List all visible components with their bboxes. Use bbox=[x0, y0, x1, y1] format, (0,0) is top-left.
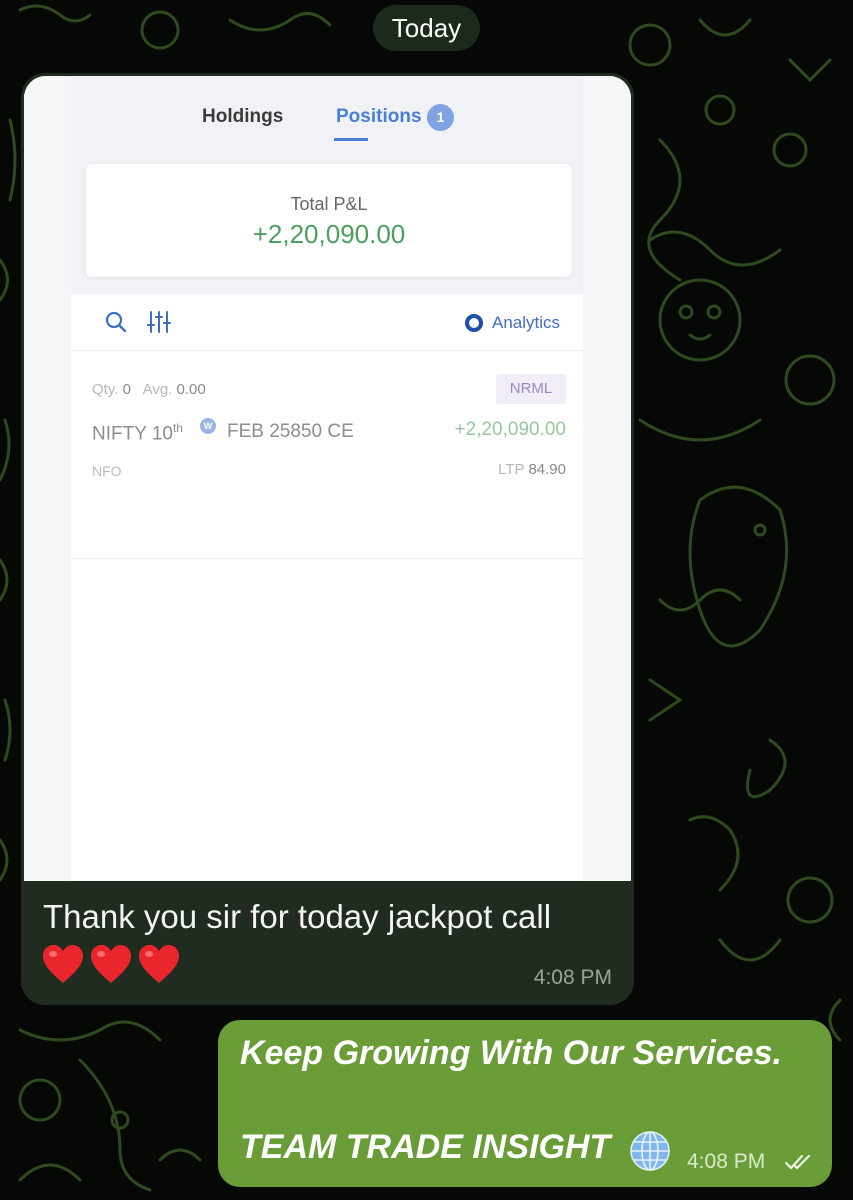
outgoing-line-2: TEAM TRADE INSIGHT bbox=[240, 1128, 611, 1166]
globe-icon bbox=[630, 1131, 670, 1171]
heart-emojis bbox=[41, 943, 181, 989]
instrument-ordinal: th bbox=[172, 421, 183, 435]
incoming-timestamp: 4:08 PM bbox=[533, 966, 612, 989]
incoming-message-text: Thank you sir for today jackpot call bbox=[43, 898, 552, 935]
analytics-ring-icon bbox=[465, 314, 483, 332]
screenshot-right-margin bbox=[583, 76, 631, 881]
qty-label: Qty. bbox=[92, 381, 119, 398]
exchange-label: NFO bbox=[92, 463, 122, 479]
tab-holdings: Holdings bbox=[202, 106, 284, 127]
incoming-message[interactable]: Holdings Positions 1 Total P&L +2,20,090… bbox=[21, 73, 634, 1005]
sliders-icon bbox=[147, 311, 171, 333]
total-pnl-card: Total P&L +2,20,090.00 bbox=[86, 164, 572, 277]
tab-positions: Positions bbox=[336, 106, 422, 127]
position-row: Qty. 0 Avg. 0.00 NRML NIFTY 10th W FEB 2… bbox=[71, 351, 583, 559]
ltp-label: LTP bbox=[498, 461, 525, 478]
positions-count-badge: 1 bbox=[427, 104, 454, 131]
analytics-label: Analytics bbox=[492, 313, 561, 332]
row-divider bbox=[71, 558, 583, 559]
ltp-value: 84.90 bbox=[528, 461, 566, 478]
positions-panel: Holdings Positions 1 Total P&L +2,20,090… bbox=[71, 76, 583, 881]
analytics-link: Analytics bbox=[464, 311, 560, 335]
shared-screenshot[interactable]: Holdings Positions 1 Total P&L +2,20,090… bbox=[24, 76, 631, 881]
screenshot-left-margin bbox=[24, 76, 71, 881]
active-tab-indicator bbox=[334, 138, 368, 141]
date-separator: Today bbox=[373, 5, 480, 51]
heart-icon bbox=[139, 945, 179, 983]
heart-icon bbox=[43, 945, 83, 983]
total-pnl-label: Total P&L bbox=[290, 194, 368, 214]
outgoing-line-1: Keep Growing With Our Services. bbox=[240, 1034, 782, 1072]
ltp-line: LTP 84.90 bbox=[498, 461, 566, 478]
read-ticks-icon bbox=[784, 1154, 811, 1170]
qty-value: 0 bbox=[122, 381, 131, 398]
qty-avg-line: Qty. 0 Avg. 0.00 bbox=[92, 381, 206, 398]
weekly-expiry-badge: W bbox=[200, 418, 216, 434]
outgoing-message[interactable]: Keep Growing With Our Services. TEAM TRA… bbox=[218, 1020, 832, 1187]
search-icon bbox=[105, 311, 127, 333]
instrument-symbol: NIFTY 10 bbox=[92, 423, 173, 445]
positions-list: Analytics Qty. 0 Avg. 0.00 NRML NIFTY 10… bbox=[71, 294, 583, 881]
outgoing-timestamp: 4:08 PM bbox=[687, 1150, 766, 1173]
heart-icon bbox=[91, 945, 131, 983]
position-pnl: +2,20,090.00 bbox=[454, 419, 566, 440]
avg-label: Avg. bbox=[142, 381, 173, 398]
total-pnl-value: +2,20,090.00 bbox=[252, 219, 406, 249]
instrument-name: NIFTY 10th bbox=[92, 421, 183, 445]
avg-value: 0.00 bbox=[176, 381, 206, 398]
instrument-contract: FEB 25850 CE bbox=[227, 421, 354, 442]
product-tag: NRML bbox=[496, 374, 566, 404]
